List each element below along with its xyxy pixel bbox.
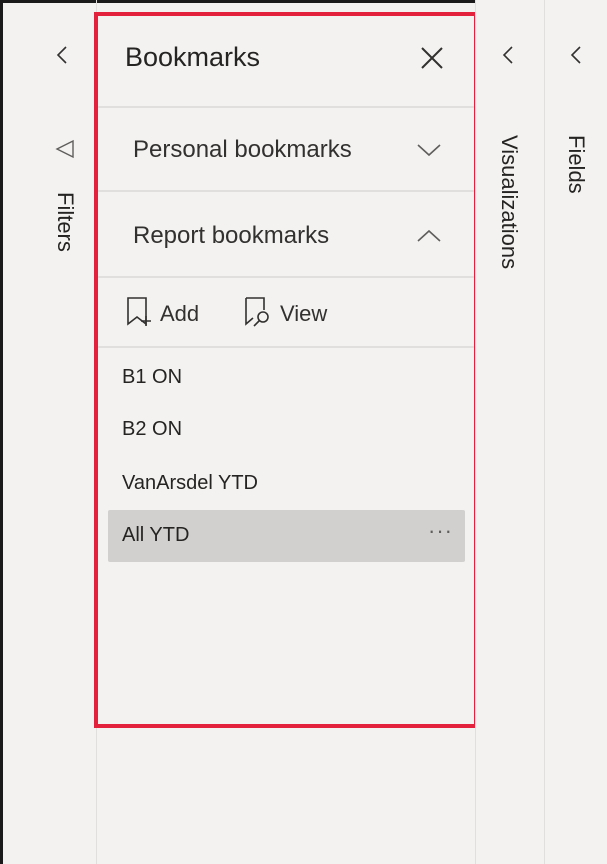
section-label: Personal bookmarks	[133, 136, 352, 163]
pane-divider	[96, 0, 97, 864]
bookmark-label: VanArsdel YTD	[122, 472, 258, 494]
bookmark-item-b2-on[interactable]: B2 ON	[108, 404, 465, 456]
bookmark-item-vanarsdel-ytd[interactable]: VanArsdel YTD	[108, 458, 465, 510]
section-report-bookmarks[interactable]: Report bookmarks	[98, 196, 474, 276]
fields-pane[interactable]	[545, 0, 607, 864]
visualizations-collapse-chevron-left-icon[interactable]	[498, 44, 520, 66]
view-label: View	[280, 301, 328, 326]
bookmark-item-b1-on[interactable]: B1 ON	[108, 352, 465, 404]
add-bookmark-button[interactable]: Add	[124, 296, 199, 332]
add-label: Add	[160, 301, 200, 326]
view-bookmark-button[interactable]: View	[242, 296, 327, 332]
filter-icon	[54, 138, 76, 160]
bookmark-label: B2 ON	[122, 418, 183, 440]
more-options-button[interactable]: ···	[428, 518, 453, 544]
bookmark-add-icon	[124, 296, 154, 333]
close-icon	[421, 47, 443, 69]
app-window: Filters Bookmarks Personal bookmarks Rep…	[0, 0, 607, 864]
divider	[98, 106, 474, 108]
visualizations-pane[interactable]	[476, 0, 544, 864]
bookmark-label: B1 ON	[122, 366, 183, 388]
visualizations-pane-label[interactable]: Visualizations	[496, 135, 522, 269]
fields-pane-label[interactable]: Fields	[563, 135, 589, 194]
filters-pane-label[interactable]: Filters	[52, 192, 78, 252]
bookmarks-title: Bookmarks	[125, 42, 261, 72]
section-personal-bookmarks[interactable]: Personal bookmarks	[98, 110, 474, 190]
divider	[98, 276, 474, 278]
divider	[98, 346, 474, 348]
chevron-down-icon	[416, 140, 442, 165]
bookmark-item-all-ytd[interactable]: All YTD ···	[108, 510, 465, 562]
chevron-up-icon	[416, 226, 442, 251]
bookmark-view-icon	[242, 296, 274, 333]
close-button[interactable]	[418, 44, 446, 72]
section-label: Report bookmarks	[133, 222, 330, 249]
divider	[98, 190, 474, 192]
filters-pane[interactable]	[3, 3, 96, 864]
fields-collapse-chevron-left-icon[interactable]	[566, 44, 588, 66]
filters-collapse-chevron-left-icon[interactable]	[52, 44, 74, 66]
bookmark-label: All YTD	[122, 524, 190, 546]
